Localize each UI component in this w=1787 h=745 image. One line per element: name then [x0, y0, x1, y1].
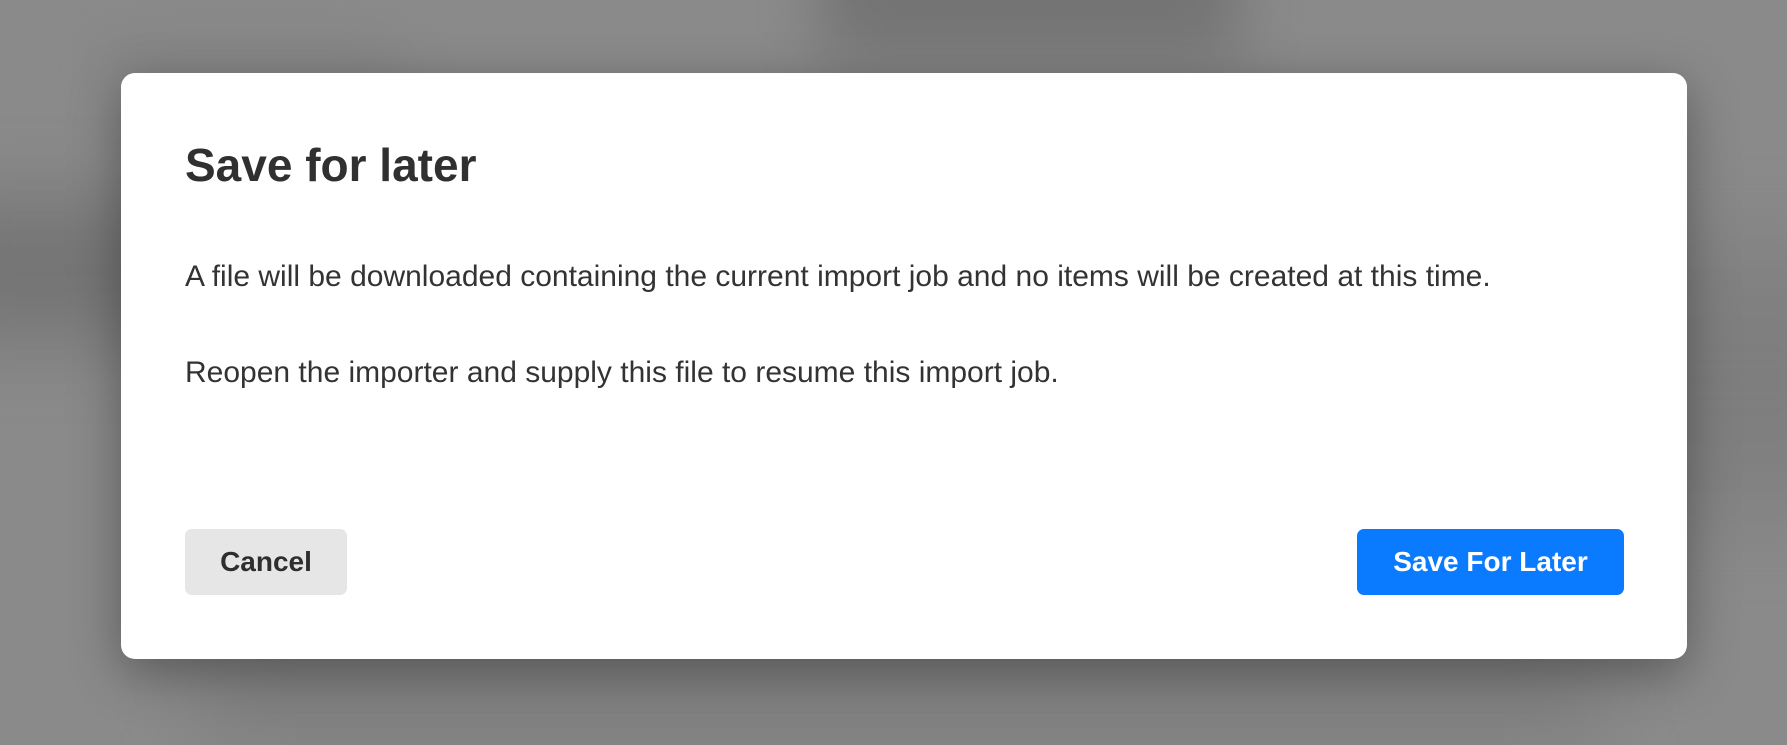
dialog-message: A file will be downloaded containing the…: [185, 260, 1491, 293]
dialog-message: Reopen the importer and supply this file…: [185, 356, 1059, 389]
dialog-body: A file will be downloaded containing the…: [185, 257, 1635, 393]
backdrop-blur: [820, 0, 1240, 60]
dialog-title: Save for later: [185, 139, 477, 191]
save-for-later-dialog: Save for later A file will be downloaded…: [121, 73, 1687, 659]
save-for-later-button[interactable]: Save For Later: [1357, 529, 1624, 595]
cancel-button[interactable]: Cancel: [185, 529, 347, 595]
